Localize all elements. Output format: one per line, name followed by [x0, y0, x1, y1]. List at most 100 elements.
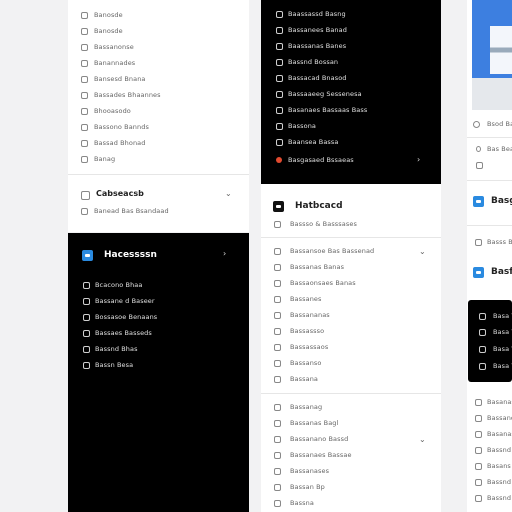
list-item-label: Bassnd [487, 446, 512, 454]
list-item[interactable]: Bassono Bannds [68, 121, 249, 133]
list-item[interactable]: Bcacono Bhaa [68, 279, 249, 291]
list-item-label: Bhooasodo [94, 107, 131, 115]
square-icon [473, 121, 480, 128]
square-icon [475, 398, 482, 406]
list-item[interactable]: Bassane d Baseer [68, 295, 249, 307]
list-item[interactable]: Basans [467, 460, 512, 472]
square-icon [479, 312, 486, 320]
list-item[interactable]: Bassona [261, 120, 441, 132]
menu-item[interactable]: Basa Y [468, 326, 512, 338]
list-item[interactable]: Bassanag [261, 401, 441, 413]
list-item-label: Bassanas Banas [290, 263, 345, 271]
menu-item[interactable]: Basa Y [468, 310, 512, 322]
list-item[interactable]: Bossasoe Benaans [68, 311, 249, 323]
list-item[interactable]: Bassanaes Bassae [261, 449, 441, 461]
list-item[interactable]: Basanaes Bassaas Bass [261, 104, 441, 116]
list-item[interactable]: Bassnd [467, 492, 512, 504]
list-item-label: Bassana [290, 375, 319, 383]
menu-item[interactable]: Basa V [468, 343, 512, 355]
square-icon [475, 446, 482, 454]
divider [467, 137, 512, 138]
list-item[interactable]: Bhooasodo [68, 105, 249, 117]
list-item[interactable]: Bassaes Basseds [68, 327, 249, 339]
list-item-label: Bassades Bhaannes [94, 91, 161, 99]
chevron-right-icon[interactable]: › [223, 249, 226, 258]
list-item[interactable]: Banannades [68, 57, 249, 69]
list-item[interactable]: Baansea Bassa [261, 136, 441, 148]
list-item[interactable]: Bassn Besa [68, 359, 249, 371]
menu-item[interactable]: Basa Y [468, 360, 512, 372]
list-item[interactable]: Bassanso [261, 357, 441, 369]
square-icon [274, 327, 281, 335]
list-item[interactable]: Bassanano Bassd ⌄ [261, 433, 441, 445]
square-icon [274, 220, 281, 228]
panel-title: Hacessssn [104, 250, 157, 260]
chevron-right-icon[interactable]: › [417, 155, 420, 164]
list-item-label: Bassn Besa [95, 361, 134, 369]
list-item[interactable]: Bassanes [261, 293, 441, 305]
square-icon [83, 361, 90, 369]
square-icon [274, 359, 281, 367]
list-item[interactable]: Banosde [68, 9, 249, 21]
list-item[interactable]: Bassnd Bhas [68, 343, 249, 355]
list-item[interactable]: Bassad Bhonad [68, 137, 249, 149]
list-item[interactable]: Bassassaos [261, 341, 441, 353]
list-item[interactable]: Basanas [467, 396, 512, 408]
list-item[interactable]: Bassso & Basssases [261, 218, 441, 230]
divider [68, 174, 249, 175]
list-item[interactable]: Bassades Bhaannes [68, 89, 249, 101]
list-item[interactable]: Baassanas Banes [261, 40, 441, 52]
list-item-label: Bassona [288, 122, 316, 130]
square-icon [276, 10, 283, 18]
info-icon [476, 162, 483, 169]
list-item[interactable]: Bassaaeeg Sessenesa [261, 88, 441, 100]
list-item[interactable]: Baassassd Basng [261, 8, 441, 20]
list-item[interactable]: Bassnd [467, 476, 512, 488]
list-item[interactable]: Bassaonsaes Banas [261, 277, 441, 289]
list-item-label: Basanaes Bassaas Bass [288, 106, 368, 114]
list-item-active[interactable]: Basgasaed Bssaeas › [261, 154, 441, 166]
list-item[interactable]: Bassanonse [68, 41, 249, 53]
section-title: Cabseacsb [96, 189, 144, 198]
list-item[interactable]: Banead Bas Bsandaad [68, 205, 249, 217]
list-item[interactable]: Bassnd [467, 444, 512, 456]
list-item[interactable]: Basanas [467, 428, 512, 440]
section-icon [81, 191, 90, 200]
list-item-label: Bassanonse [94, 43, 134, 51]
list-item[interactable]: Bassassso [261, 325, 441, 337]
list-item[interactable]: Bassna [261, 497, 441, 509]
list-item[interactable]: Bassanas Bagl [261, 417, 441, 429]
preview-image [472, 0, 512, 110]
square-icon [274, 263, 281, 271]
list-item-label: Bassnd [487, 478, 512, 486]
list-item[interactable]: Bassanees Banad [261, 24, 441, 36]
chevron-down-icon[interactable]: ⌄ [419, 247, 426, 256]
list-item-label: Bassananas [290, 311, 330, 319]
list-item[interactable]: Banosde [68, 25, 249, 37]
list-item[interactable]: Bassan Bp [261, 481, 441, 493]
list-item[interactable]: Bassanas Banas [261, 261, 441, 273]
list-item-label: Basans [487, 462, 511, 470]
square-icon [276, 26, 283, 34]
menu-item-label: Basa V [493, 345, 512, 353]
list-item[interactable]: Bassacad Bnasod [261, 72, 441, 84]
square-icon [274, 435, 281, 443]
panel-col2-dark: Baassassd Basng Bassanees Banad Baassana… [261, 0, 441, 184]
list-item[interactable]: Bassananas [261, 309, 441, 321]
square-icon [274, 403, 281, 411]
chevron-down-icon[interactable]: ⌄ [419, 435, 426, 444]
list-item[interactable]: Banag [68, 153, 249, 165]
list-item[interactable]: Bassansoe Bas Bassenad ⌄ [261, 245, 441, 257]
menu-item-label: Basa Y [493, 362, 512, 370]
list-item[interactable]: Bassnd Bossan [261, 56, 441, 68]
list-item-label: Bassanag [290, 403, 323, 411]
list-item-label: Baassassd Basng [288, 10, 346, 18]
square-icon [276, 122, 283, 130]
list-item[interactable]: Bassanases [261, 465, 441, 477]
list-item[interactable]: Bansesd Bnana [68, 73, 249, 85]
chevron-down-icon[interactable]: ⌄ [225, 189, 232, 198]
list-item[interactable]: Bassand [467, 412, 512, 424]
square-icon [81, 123, 88, 131]
list-item[interactable]: Bassana [261, 373, 441, 385]
list-item-label: Banosde [94, 27, 123, 35]
